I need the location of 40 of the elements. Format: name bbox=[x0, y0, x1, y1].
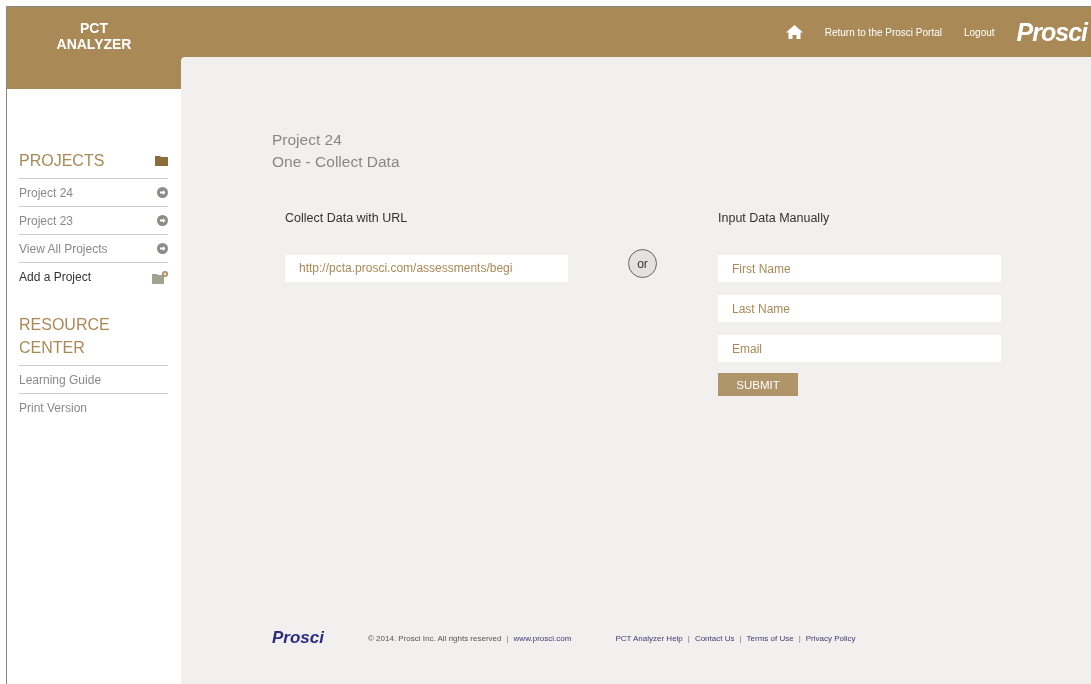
sidebar-item[interactable]: Print Version bbox=[19, 394, 168, 422]
copyright-text: © 2014. Prosci Inc. All rights reserved bbox=[368, 633, 502, 643]
arrow-circle-icon bbox=[157, 187, 168, 198]
header-link[interactable]: Return to the Prosci Portal bbox=[824, 26, 942, 38]
folder-add-icon bbox=[152, 270, 168, 284]
sidebar-item[interactable]: Learning Guide bbox=[19, 366, 168, 394]
folder-icon bbox=[155, 155, 168, 166]
app-title: PCT bbox=[80, 20, 108, 36]
footer-link[interactable]: Contact Us bbox=[694, 633, 735, 643]
section-title: PROJECTS bbox=[19, 151, 106, 171]
header-link[interactable]: Logout bbox=[963, 26, 995, 38]
home-icon[interactable] bbox=[785, 25, 803, 39]
footer-link[interactable]: Privacy Policy bbox=[805, 633, 856, 643]
submit-button[interactable]: SUBMIT bbox=[718, 373, 798, 396]
project-title: Project 24 bbox=[272, 130, 343, 150]
input-field[interactable]: Email bbox=[718, 335, 1001, 362]
brand-logo: Prosci bbox=[1016, 17, 1087, 47]
input-field[interactable]: First Name bbox=[718, 255, 1001, 282]
url-field[interactable]: http://pcta.prosci.com/assessments/begi bbox=[285, 255, 568, 282]
sidebar-item[interactable]: View All Projects bbox=[19, 235, 168, 263]
sidebar-item[interactable]: Project 24 bbox=[19, 179, 168, 207]
or-separator: or bbox=[628, 249, 657, 278]
footer-link[interactable]: Terms of Use bbox=[746, 633, 794, 643]
divider: | bbox=[687, 633, 690, 643]
step-title: One - Collect Data bbox=[272, 152, 401, 172]
section-title: RESOURCE CENTER bbox=[19, 315, 111, 358]
sidebar-item[interactable]: Project 23 bbox=[19, 207, 168, 235]
arrow-circle-icon bbox=[157, 243, 168, 254]
sidebar-item[interactable]: Add a Project bbox=[19, 263, 168, 291]
footer-link[interactable]: www.prosci.com bbox=[513, 633, 572, 643]
input-field[interactable]: Last Name bbox=[718, 295, 1001, 322]
section-heading: Input Data Manually bbox=[718, 211, 831, 225]
app-title: ANALYZER bbox=[56, 36, 132, 52]
footer-link[interactable]: PCT Analyzer Help bbox=[615, 633, 683, 643]
divider: | bbox=[798, 633, 801, 643]
section-heading: Collect Data with URL bbox=[285, 211, 409, 225]
arrow-circle-icon bbox=[157, 215, 168, 226]
divider: | bbox=[506, 633, 509, 643]
footer-logo: Prosci bbox=[272, 628, 324, 648]
divider: | bbox=[739, 633, 742, 643]
